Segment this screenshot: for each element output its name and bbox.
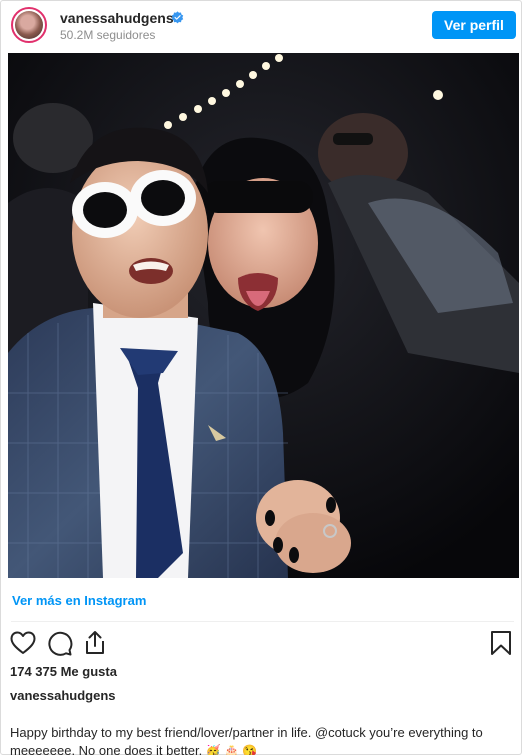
caption: Happy birthday to my best friend/lover/p… [10,724,515,755]
share-icon[interactable] [81,629,109,657]
post-photo[interactable] [8,53,519,578]
bookmark-icon[interactable] [487,629,515,657]
comment-icon[interactable] [45,629,73,657]
caption-emojis: 🥳 🎂 😘 [205,744,258,755]
caption-username[interactable]: vanessahudgens [10,688,116,703]
heart-icon[interactable] [9,629,37,657]
post-image [8,53,519,578]
post-header: vanessahudgens 50.2M seguidores Ver perf… [11,7,516,45]
verified-badge-icon [171,11,184,24]
username[interactable]: vanessahudgens [60,10,174,26]
divider [11,621,514,622]
follower-count: 50.2M seguidores [60,28,156,42]
view-profile-button[interactable]: Ver perfil [432,11,516,39]
avatar-image [15,11,43,39]
avatar[interactable] [11,7,47,43]
instagram-embed-card: vanessahudgens 50.2M seguidores Ver perf… [0,0,522,755]
action-bar [9,629,517,659]
like-count[interactable]: 174 375 Me gusta [10,664,117,679]
view-more-on-instagram-link[interactable]: Ver más en Instagram [12,593,146,608]
